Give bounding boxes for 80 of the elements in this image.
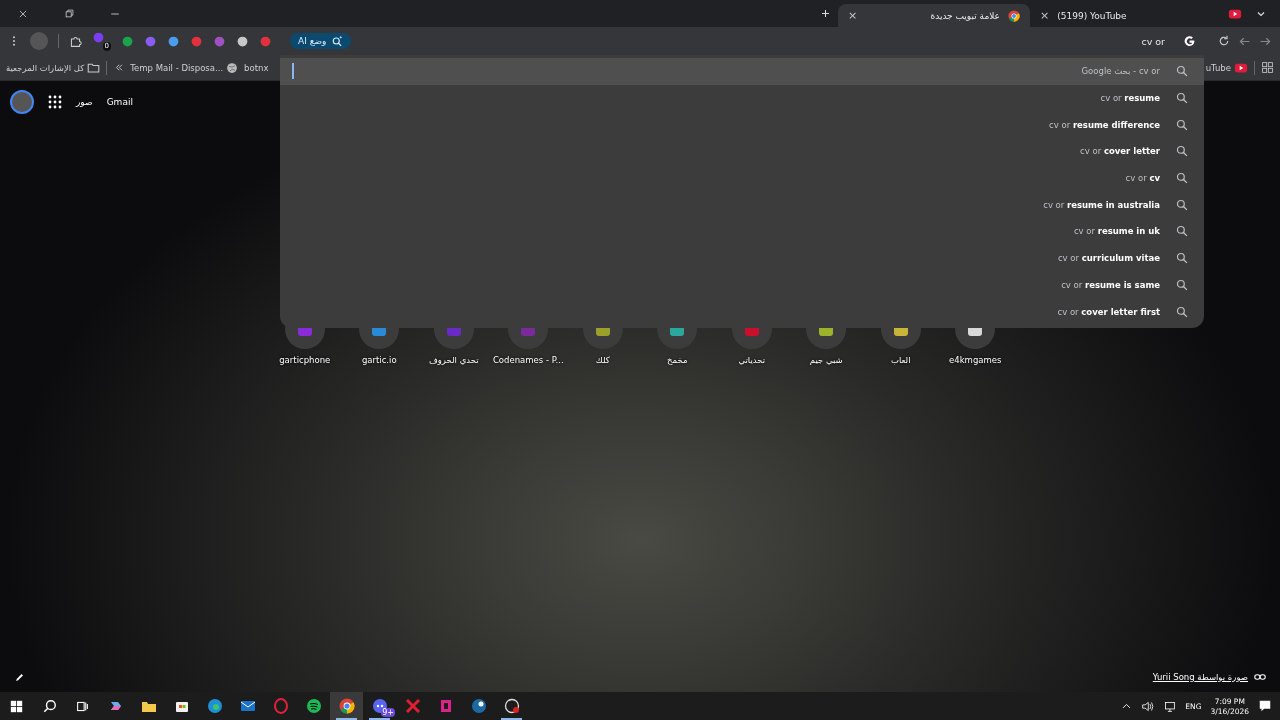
double-chevron-icon — [113, 62, 125, 73]
puzzle-icon — [69, 34, 82, 48]
taskbar-app[interactable] — [330, 692, 363, 720]
pencil-icon — [14, 671, 25, 683]
bookmark[interactable]: uTube — [1205, 60, 1248, 75]
ai-mode-button[interactable]: وضع AI — [290, 33, 352, 49]
search-suggestion[interactable]: cv or cover letter first — [280, 298, 1204, 325]
search-icon — [1176, 252, 1188, 265]
search-icon — [1176, 225, 1188, 238]
search-suggestion[interactable]: cv or cover letter — [280, 138, 1204, 165]
close-icon — [18, 8, 28, 19]
chrome-icon — [338, 698, 355, 714]
extension-icon[interactable] — [236, 34, 249, 48]
browser-tab[interactable]: علامة تبويب جديدة × — [838, 4, 1030, 27]
header-link[interactable]: صور — [76, 97, 93, 107]
header-link[interactable]: Gmail — [106, 97, 133, 107]
extension-icon[interactable] — [167, 34, 180, 48]
customize-button[interactable] — [14, 671, 25, 683]
shortcut-label[interactable]: تحدي الحروف — [428, 355, 479, 365]
extension-icon[interactable] — [121, 34, 134, 48]
reload-icon — [1218, 35, 1230, 47]
search-icon — [1176, 305, 1188, 318]
search-icon — [1176, 118, 1188, 131]
close-tab-button[interactable]: × — [848, 9, 858, 22]
search-suggestion[interactable]: cv or - بحث Google — [280, 58, 1204, 85]
network-icon[interactable] — [1163, 699, 1177, 713]
shortcut-label[interactable]: مخمخ — [667, 355, 688, 365]
search-suggestion[interactable]: cv or resume in uk — [280, 218, 1204, 245]
apps-grid-icon[interactable] — [48, 95, 62, 109]
mail-icon — [239, 698, 256, 714]
google-logo-icon — [1183, 34, 1196, 48]
bookmark[interactable]: botnx — [244, 62, 269, 73]
shortcut-label[interactable]: gartic.io — [361, 355, 397, 365]
restore-icon — [64, 9, 74, 18]
sparkle-search-icon — [331, 35, 344, 47]
disc-icon — [503, 698, 520, 714]
extensions-button[interactable] — [69, 34, 82, 48]
search-icon — [1176, 92, 1188, 105]
search-suggestion[interactable]: cv or cv — [280, 164, 1204, 192]
address-bar-text[interactable]: cv or — [1141, 35, 1165, 47]
shortcut-label[interactable]: garticphone — [279, 355, 331, 365]
search-icon — [1176, 65, 1188, 78]
shortcut-label[interactable]: شبي جيم — [809, 355, 843, 365]
shortcut-label[interactable]: Codenames - P... — [492, 355, 564, 365]
notifications-icon[interactable] — [1258, 699, 1272, 713]
search-suggestion[interactable]: cv or resume in australia — [280, 191, 1204, 219]
chrome-icon — [1008, 9, 1020, 22]
search-suggestion[interactable]: cv or curriculum vitae — [280, 244, 1204, 272]
shortcut-label[interactable]: كلك — [595, 355, 610, 365]
globe-icon — [226, 61, 239, 74]
search-icon — [1176, 198, 1188, 211]
search-icon — [1176, 278, 1188, 291]
spotify-icon — [305, 698, 322, 714]
folder-icon — [87, 61, 101, 74]
close-tab-button[interactable]: × — [1040, 9, 1050, 22]
task-view-icon — [76, 699, 89, 713]
profile-avatar[interactable] — [10, 90, 34, 114]
speaker-icon[interactable] — [1141, 699, 1155, 713]
x-logo-icon — [404, 698, 421, 714]
chevron-button[interactable] — [113, 62, 125, 73]
browser-tab[interactable]: (5199) YouTube × — [1030, 4, 1222, 27]
apps-grid-icon[interactable] — [1261, 61, 1274, 74]
bookmark[interactable]: Temp Mail - Disposa... — [130, 61, 239, 74]
plus-icon — [819, 8, 831, 19]
search-suggestion[interactable]: cv or resume is same — [280, 271, 1204, 299]
search-icon — [42, 699, 57, 713]
photo-credit-link[interactable]: صورة بواسطة Yurii Song — [1152, 672, 1248, 682]
reload-button[interactable] — [1218, 35, 1230, 47]
shortcut-label[interactable]: العاب — [890, 355, 911, 365]
text-cursor — [292, 63, 294, 80]
shortcut-label[interactable]: e4kmgames — [949, 355, 1002, 365]
search-suggestion[interactable]: cv or resume — [280, 84, 1204, 112]
search-suggestion[interactable]: cv or resume difference — [280, 111, 1204, 139]
all-bookmarks-folder[interactable]: كل الإشارات المرجعية — [6, 61, 101, 74]
link-icon — [1254, 671, 1266, 683]
taskbar-app[interactable]: 9+ — [363, 692, 396, 720]
search-icon — [1176, 145, 1188, 158]
search-icon — [1176, 172, 1188, 185]
shortcut-label[interactable]: تحدياتي — [738, 355, 766, 365]
windows-logo-icon — [10, 699, 23, 713]
